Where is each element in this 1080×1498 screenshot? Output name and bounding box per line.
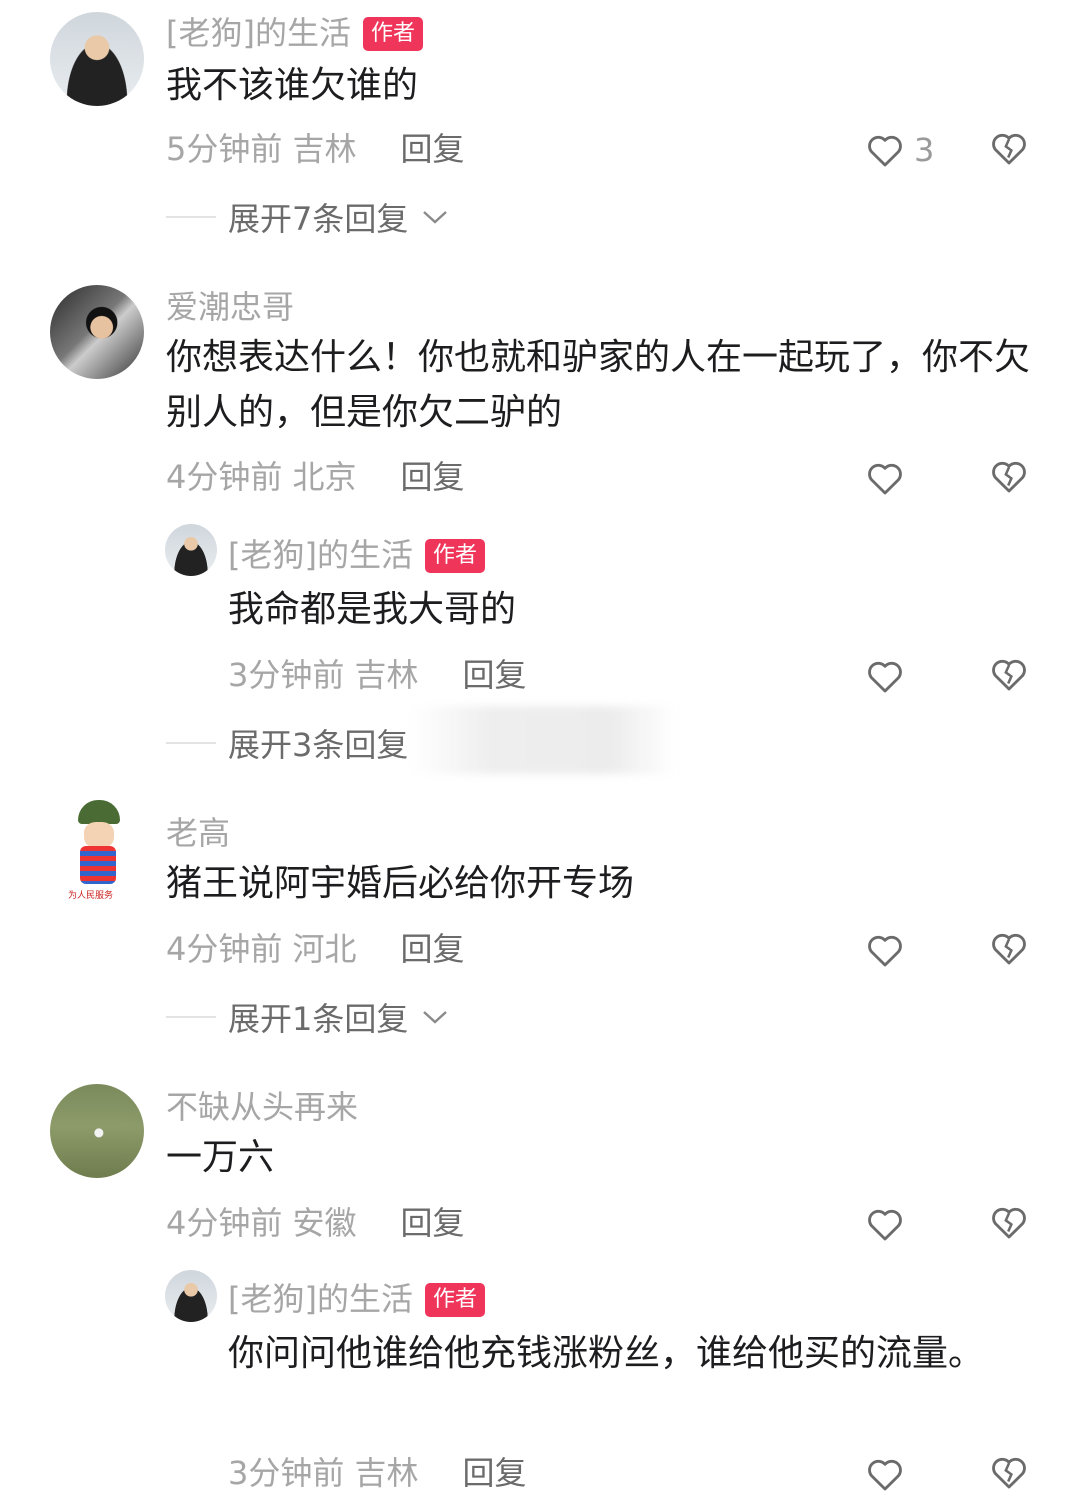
chevron-down-icon xyxy=(423,211,448,224)
reply-button[interactable]: 回复 xyxy=(401,930,465,968)
comment-text[interactable]: 猪王说阿宇婚后必给你开专场 xyxy=(166,856,1036,911)
avatar[interactable] xyxy=(165,524,217,576)
time-location: 4分钟前 安徽 xyxy=(166,1204,357,1242)
like-button[interactable] xyxy=(866,458,904,498)
comment-text[interactable]: 一万六 xyxy=(166,1130,1036,1185)
reply-button[interactable]: 回复 xyxy=(463,1454,527,1492)
reply-button[interactable]: 回复 xyxy=(463,656,527,694)
avatar[interactable] xyxy=(50,285,144,379)
heart-outline-icon xyxy=(868,135,902,167)
broken-heart-icon xyxy=(992,1457,1026,1489)
comment-meta: 4分钟前 北京 回复 xyxy=(166,452,465,498)
comment-author[interactable]: 爱潮忠哥 xyxy=(166,282,294,328)
expand-replies[interactable]: 展开1条回复 xyxy=(166,994,448,1040)
reply-button[interactable]: 回复 xyxy=(401,130,465,168)
broken-heart-icon xyxy=(992,1207,1026,1239)
author-badge: 作者 xyxy=(424,1283,485,1317)
dislike-button[interactable] xyxy=(990,458,1028,498)
comment-text[interactable]: 我命都是我大哥的 xyxy=(228,582,998,637)
comment-author[interactable]: [老狗]的生活 作者 xyxy=(228,530,485,576)
heart-outline-icon xyxy=(868,463,902,495)
dislike-button[interactable] xyxy=(990,1204,1028,1244)
author-name[interactable]: [老狗]的生活 xyxy=(166,14,351,52)
time-location: 3分钟前 吉林 xyxy=(228,1454,419,1492)
heart-outline-icon xyxy=(868,661,902,693)
reply-button[interactable]: 回复 xyxy=(401,458,465,496)
comment-meta: 4分钟前 河北 回复 xyxy=(166,924,465,970)
author-name[interactable]: [老狗]的生活 xyxy=(228,536,413,574)
like-button[interactable] xyxy=(866,930,904,970)
avatar-caption: 为人民服务 xyxy=(68,891,114,901)
avatar[interactable] xyxy=(50,1084,144,1178)
blur-overlay xyxy=(412,706,676,774)
comment-text[interactable]: 你想表达什么！你也就和驴家的人在一起玩了，你不欠别人的，但是你欠二驴的 xyxy=(166,330,1036,440)
divider xyxy=(166,742,216,744)
chevron-down-icon xyxy=(423,1011,448,1024)
avatar-cap xyxy=(78,800,120,824)
comment-author[interactable]: 老高 xyxy=(166,808,230,854)
broken-heart-icon xyxy=(992,659,1026,691)
dislike-button[interactable] xyxy=(990,1454,1028,1494)
broken-heart-icon xyxy=(992,933,1026,965)
reply-button[interactable]: 回复 xyxy=(401,1204,465,1242)
like-button[interactable] xyxy=(866,1204,904,1244)
author-badge: 作者 xyxy=(362,17,423,51)
expand-label: 展开3条回复 xyxy=(228,726,409,764)
dislike-button[interactable] xyxy=(990,130,1028,170)
comment-author[interactable]: [老狗]的生活 作者 xyxy=(228,1274,485,1320)
like-button[interactable] xyxy=(866,656,904,696)
comment-text[interactable]: 我不该谁欠谁的 xyxy=(166,58,1036,113)
expand-replies[interactable]: 展开7条回复 xyxy=(166,194,448,240)
comment-text[interactable]: 你问问他谁给他充钱涨粉丝，谁给他买的流量。 xyxy=(228,1326,998,1381)
heart-outline-icon xyxy=(868,1459,902,1491)
divider xyxy=(166,216,216,218)
like-button[interactable] xyxy=(866,1454,904,1494)
like-count: 3 xyxy=(914,131,935,169)
expand-label: 展开7条回复 xyxy=(228,200,409,238)
time-location: 3分钟前 吉林 xyxy=(228,656,419,694)
expand-replies[interactable]: 展开3条回复 xyxy=(166,720,408,766)
expand-label: 展开1条回复 xyxy=(228,1000,409,1038)
author-name[interactable]: [老狗]的生活 xyxy=(228,1280,413,1318)
avatar-shirt xyxy=(80,846,116,884)
time-location: 4分钟前 北京 xyxy=(166,458,357,496)
comment-author[interactable]: 不缺从头再来 xyxy=(166,1082,358,1128)
avatar-face xyxy=(84,822,114,848)
like-button[interactable]: 3 xyxy=(866,130,934,170)
broken-heart-icon xyxy=(992,461,1026,493)
avatar[interactable] xyxy=(165,1270,217,1322)
time-location: 4分钟前 河北 xyxy=(166,930,357,968)
avatar[interactable] xyxy=(50,12,144,106)
comment-meta: 5分钟前 吉林 回复 xyxy=(166,124,465,170)
divider xyxy=(166,1016,216,1018)
comment-meta: 3分钟前 吉林 回复 xyxy=(228,1448,527,1494)
comment-author[interactable]: [老狗]的生活 作者 xyxy=(166,8,423,54)
comment-meta: 3分钟前 吉林 回复 xyxy=(228,650,527,696)
dislike-button[interactable] xyxy=(990,656,1028,696)
broken-heart-icon xyxy=(992,133,1026,165)
dislike-button[interactable] xyxy=(990,930,1028,970)
comment-meta: 4分钟前 安徽 回复 xyxy=(166,1198,465,1244)
author-badge: 作者 xyxy=(424,539,485,573)
time-location: 5分钟前 吉林 xyxy=(166,130,357,168)
heart-outline-icon xyxy=(868,935,902,967)
heart-outline-icon xyxy=(868,1209,902,1241)
